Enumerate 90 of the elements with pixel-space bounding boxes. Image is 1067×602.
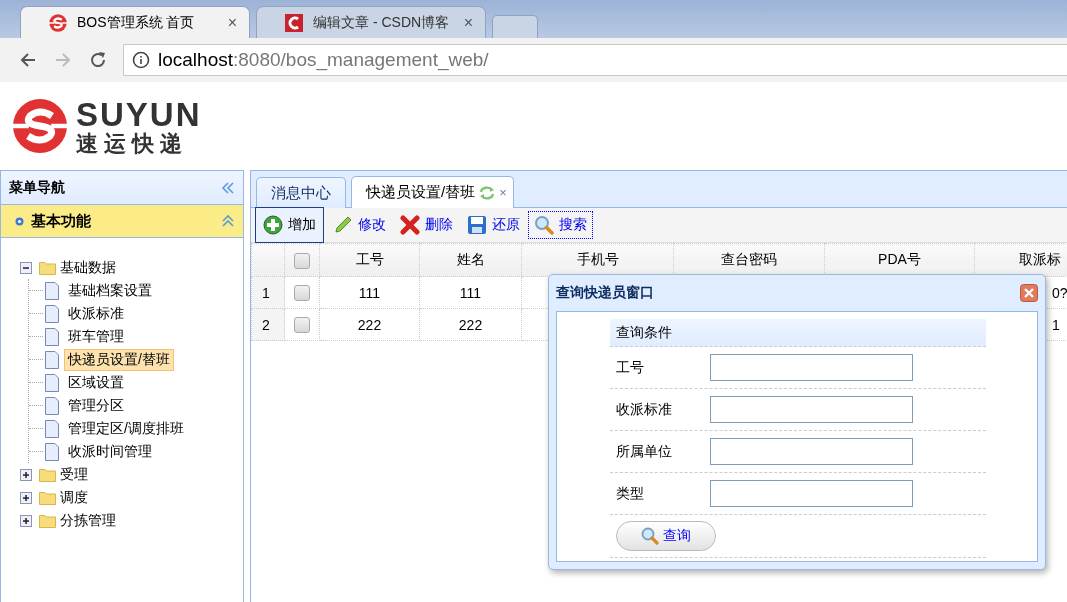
column-header[interactable]: 姓名 xyxy=(419,243,522,277)
browser-tab[interactable]: BOS管理系统 首页 × xyxy=(20,6,250,38)
column-header[interactable]: 工号 xyxy=(319,243,420,277)
tree-item[interactable]: 调度 xyxy=(60,488,88,507)
new-tab-button[interactable] xyxy=(492,15,538,38)
plus-icon xyxy=(263,215,283,235)
column-header[interactable]: PDA号 xyxy=(824,243,975,277)
row-number: 1 xyxy=(251,276,285,309)
bullet-icon xyxy=(15,216,24,226)
refresh-icon[interactable] xyxy=(479,184,496,201)
checkbox[interactable] xyxy=(294,317,310,334)
file-icon xyxy=(44,304,60,323)
query-button[interactable]: 查询 xyxy=(616,521,716,551)
logo-tagline: 速运快递 xyxy=(76,132,189,155)
toolbar-button[interactable]: 还原 xyxy=(462,212,525,238)
reload-icon[interactable] xyxy=(88,51,107,69)
plus-icon[interactable] xyxy=(20,514,32,527)
plus-icon[interactable] xyxy=(20,491,32,504)
search-icon xyxy=(641,527,659,545)
tree-item[interactable]: 班车管理 xyxy=(64,325,128,348)
dialog-title: 查询快递员窗口 xyxy=(556,284,654,302)
tree-item[interactable]: 区域设置 xyxy=(64,371,128,394)
column-header[interactable]: 查台密码 xyxy=(673,243,825,277)
table-cell: 222 xyxy=(319,308,420,341)
table-cell: 222 xyxy=(419,308,522,341)
folder-icon xyxy=(39,490,56,505)
tree-item[interactable]: 收派时间管理 xyxy=(64,440,156,463)
plus-icon[interactable] xyxy=(20,468,32,481)
input-field[interactable] xyxy=(710,396,913,423)
page-tab[interactable]: 快递员设置/替班 × xyxy=(351,176,514,208)
back-icon[interactable] xyxy=(18,51,37,69)
folder-icon xyxy=(39,467,56,482)
panel-title: 菜单导航 xyxy=(9,178,65,197)
table-cell: 111 xyxy=(419,276,522,309)
file-icon xyxy=(44,327,60,346)
logo-name: SUYUN xyxy=(76,97,202,131)
input-field[interactable] xyxy=(710,480,913,507)
toolbar-button[interactable]: 修改 xyxy=(328,212,391,238)
file-icon xyxy=(44,442,60,461)
close-button[interactable]: × xyxy=(463,13,473,32)
input-field[interactable] xyxy=(710,354,913,381)
close-button[interactable]: × xyxy=(227,13,237,32)
search-icon xyxy=(534,215,554,235)
checkbox[interactable] xyxy=(294,252,310,269)
column-header[interactable]: 取派标 xyxy=(974,243,1067,277)
info-icon xyxy=(132,51,150,69)
section-header: 查询条件 xyxy=(610,319,986,347)
tree-item[interactable]: 收派标准 xyxy=(64,302,128,325)
tree-item[interactable]: 分拣管理 xyxy=(60,511,116,530)
browser-tab[interactable]: 编辑文章 - CSDN博客 × xyxy=(256,6,486,38)
file-icon xyxy=(44,419,60,438)
tree-item[interactable]: 管理定区/调度排班 xyxy=(64,417,188,440)
c-logo-icon xyxy=(285,13,303,32)
cross-icon xyxy=(400,215,420,235)
tree-item[interactable]: 基础数据 xyxy=(60,258,116,277)
table-cell: 111 xyxy=(319,276,420,309)
file-icon xyxy=(44,350,60,369)
file-icon xyxy=(44,373,60,392)
tree-item[interactable]: 基础档案设置 xyxy=(64,279,156,302)
page-tab[interactable]: 消息中心 xyxy=(256,177,346,208)
tree-item[interactable]: 受理 xyxy=(60,465,88,484)
tree-item[interactable]: 管理分区 xyxy=(64,394,128,417)
accordion-header[interactable]: 基本功能 xyxy=(1,205,243,238)
forward-icon[interactable] xyxy=(53,51,72,69)
tree-item[interactable]: 快递员设置/替班 xyxy=(64,348,174,371)
logo-icon xyxy=(12,98,68,154)
checkbox[interactable] xyxy=(294,285,310,302)
folder-icon xyxy=(39,513,56,528)
tab-title: BOS管理系统 首页 xyxy=(77,13,196,32)
collapse-icon[interactable] xyxy=(221,180,235,195)
input-field[interactable] xyxy=(710,438,913,465)
toolbar-button[interactable]: 删除 xyxy=(395,212,458,238)
field-label: 所属单位 xyxy=(616,442,673,461)
brand-logo-icon xyxy=(49,13,67,32)
row-number: 2 xyxy=(251,308,285,341)
column-header[interactable]: 手机号 xyxy=(521,243,674,277)
toolbar-button[interactable]: 增加 xyxy=(255,207,324,243)
field-label: 收派标准 xyxy=(616,400,673,419)
field-label: 类型 xyxy=(616,484,645,503)
minus-icon[interactable] xyxy=(20,261,32,274)
close-button[interactable]: × xyxy=(499,185,507,200)
chevron-up-icon[interactable] xyxy=(221,214,235,228)
file-icon xyxy=(44,281,60,300)
folder-icon xyxy=(39,260,56,275)
file-icon xyxy=(44,396,60,415)
tab-title: 编辑文章 - CSDN博客 xyxy=(313,13,451,32)
close-icon[interactable] xyxy=(1020,284,1038,302)
field-label: 工号 xyxy=(616,358,645,377)
toolbar-button[interactable]: 搜索 xyxy=(529,212,592,238)
pencil-icon xyxy=(333,215,353,235)
